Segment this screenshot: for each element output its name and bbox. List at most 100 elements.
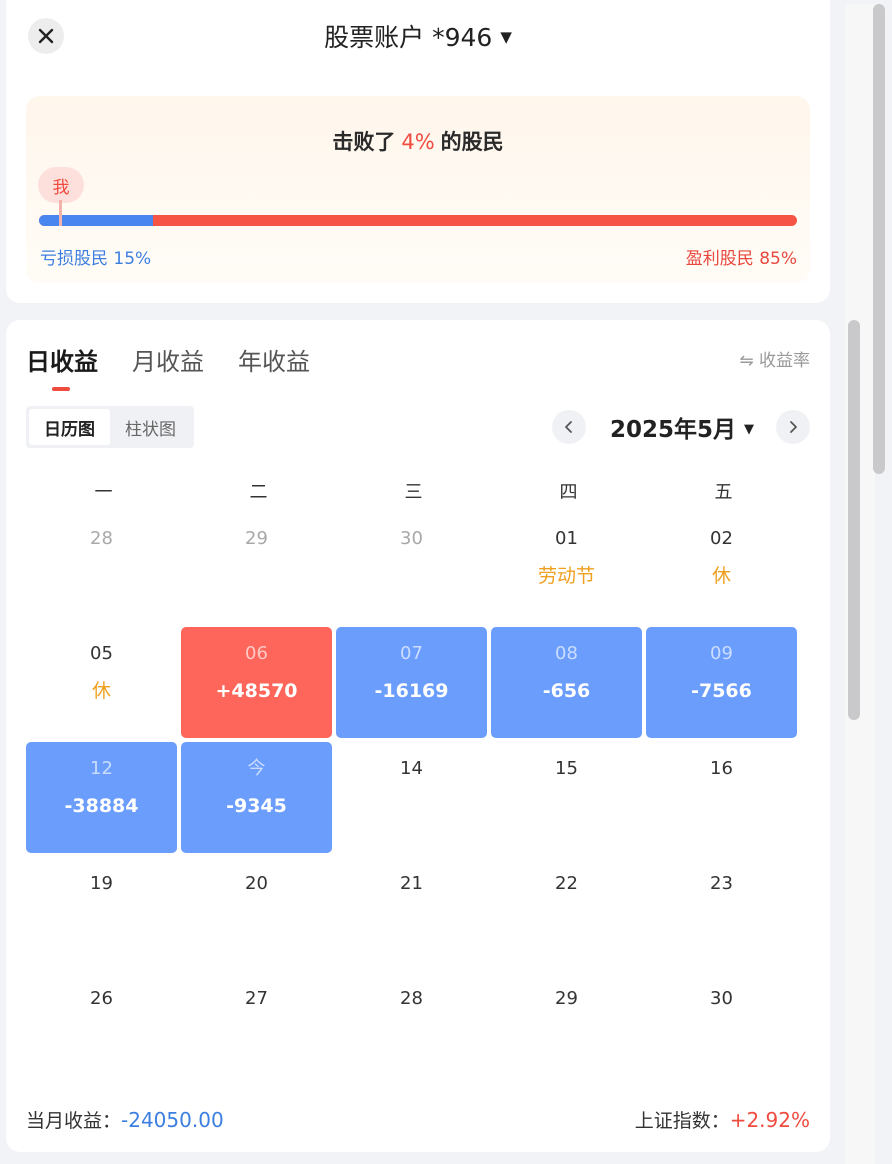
calendar-day-cell[interactable]: 29 bbox=[491, 972, 642, 1083]
calendar-day-number: 15 bbox=[555, 758, 578, 779]
monthly-profit-summary: 当月收益：-24050.00 bbox=[26, 1106, 224, 1133]
calendar-day-value bbox=[181, 563, 332, 589]
prev-month-button[interactable] bbox=[551, 410, 586, 444]
calendar-day-number: 01 bbox=[555, 528, 578, 549]
calendar-day-value: +48570 bbox=[215, 680, 298, 702]
weekday-label: 四 bbox=[559, 482, 578, 503]
calendar-day-number: 28 bbox=[400, 988, 423, 1009]
monthly-profit-label: 当月收益： bbox=[26, 1110, 122, 1132]
calendar-day-cell[interactable]: 15 bbox=[491, 742, 642, 853]
calendar-day-number: 06 bbox=[245, 643, 268, 664]
calendar-day-value: -656 bbox=[542, 680, 591, 702]
calendar-day-cell[interactable]: 30 bbox=[646, 972, 797, 1083]
loss-investors-label: 亏损股民 15% bbox=[40, 249, 152, 269]
calendar-day-cell[interactable]: 01 劳动节 bbox=[491, 512, 642, 623]
calendar-day-value: 劳动节 bbox=[537, 565, 595, 587]
account-selector[interactable]: 股票账户 *946 ▼ bbox=[6, 18, 830, 54]
calendar-day-value bbox=[646, 793, 797, 819]
calendar-day-value: -38884 bbox=[64, 795, 139, 817]
me-marker: 我 bbox=[38, 167, 84, 203]
ranking-title: 击败了 4% 的股民 bbox=[26, 126, 810, 156]
calendar-day-value bbox=[336, 793, 487, 819]
calendar-day-value bbox=[646, 1023, 797, 1049]
month-picker[interactable]: 2025年5月 ▼ bbox=[610, 410, 754, 444]
month-label: 2025年5月 bbox=[609, 417, 736, 443]
chevron-left-icon bbox=[565, 421, 572, 433]
calendar-day-cell[interactable]: 06 +48570 bbox=[181, 627, 332, 738]
view-bar-chart-button[interactable]: 柱状图 bbox=[110, 409, 191, 445]
calendar-day-cell[interactable]: 28 bbox=[26, 512, 177, 623]
calendar-day-number: 28 bbox=[90, 528, 113, 549]
profit-calendar-card: 日收益 月收益 年收益 ⇋ 收益率 日历图 柱状图 2025年5月 ▼ 一 二 三… bbox=[6, 320, 830, 1152]
calendar-day-cell[interactable]: 07 -16169 bbox=[336, 627, 487, 738]
calendar-day-cell[interactable]: 23 bbox=[646, 857, 797, 968]
tab-yearly-profit[interactable]: 年收益 bbox=[238, 342, 310, 377]
calendar-day-number: 07 bbox=[400, 643, 423, 664]
calendar-day-cell[interactable]: 22 bbox=[491, 857, 642, 968]
calendar-day-cell[interactable]: 05 休 bbox=[26, 627, 177, 738]
calendar-day-number: 19 bbox=[90, 873, 113, 894]
calendar-day-cell[interactable]: 09 -7566 bbox=[646, 627, 797, 738]
weekday-label: 三 bbox=[404, 482, 423, 503]
calendar-day-value: 休 bbox=[91, 680, 111, 702]
account-header-card: 股票账户 *946 ▼ 击败了 4% 的股民 我 亏损股民 15% 盈利股民 85% bbox=[6, 0, 830, 303]
calendar-day-value: -7566 bbox=[691, 680, 752, 702]
calendar-day-number: 26 bbox=[90, 988, 113, 1009]
calendar-day-cell[interactable]: 08 -656 bbox=[491, 627, 642, 738]
ranking-prefix: 击败了 bbox=[332, 130, 396, 154]
calendar-day-cell[interactable]: 29 bbox=[181, 512, 332, 623]
calendar-day-cell[interactable]: 26 bbox=[26, 972, 177, 1083]
calendar-day-value bbox=[491, 908, 642, 934]
calendar-day-number: 05 bbox=[90, 643, 113, 664]
account-title: 股票账户 *946 bbox=[324, 23, 493, 52]
calendar-day-cell[interactable]: 12 -38884 bbox=[26, 742, 177, 853]
calendar-day-cell[interactable]: 30 bbox=[336, 512, 487, 623]
calendar-day-number: 16 bbox=[710, 758, 733, 779]
calendar-day-number: 08 bbox=[555, 643, 578, 664]
calendar-day-value bbox=[26, 1023, 177, 1049]
calendar-day-cell[interactable]: 27 bbox=[181, 972, 332, 1083]
calendar-day-value: -16169 bbox=[374, 680, 449, 702]
calendar-day-number: 12 bbox=[90, 758, 113, 779]
calendar-day-value bbox=[646, 908, 797, 934]
calendar-day-cell[interactable]: 16 bbox=[646, 742, 797, 853]
month-caret-icon: ▼ bbox=[744, 422, 754, 437]
calendar-day-number: 21 bbox=[400, 873, 423, 894]
me-marker-pin bbox=[59, 200, 62, 226]
calendar-day-value bbox=[491, 1023, 642, 1049]
calendar-day-cell[interactable]: 19 bbox=[26, 857, 177, 968]
calendar-day-cell[interactable]: 21 bbox=[336, 857, 487, 968]
calendar-day-value bbox=[181, 1023, 332, 1049]
calendar-day-number: 22 bbox=[555, 873, 578, 894]
chevron-right-icon bbox=[790, 421, 797, 433]
calendar-day-number: 29 bbox=[555, 988, 578, 1009]
next-month-button[interactable] bbox=[776, 410, 810, 444]
calendar-day-number: 30 bbox=[400, 528, 423, 549]
sse-index-summary: 上证指数：+2.92% bbox=[635, 1106, 810, 1133]
calendar-day-cell[interactable]: 02 休 bbox=[646, 512, 797, 623]
calendar-day-cell[interactable]: 28 bbox=[336, 972, 487, 1083]
scrollbar-thumb[interactable] bbox=[848, 320, 860, 720]
calendar-day-value: 休 bbox=[711, 565, 731, 587]
calendar-day-cell[interactable]: 20 bbox=[181, 857, 332, 968]
view-calendar-button[interactable]: 日历图 bbox=[29, 409, 110, 445]
calendar-day-value bbox=[181, 908, 332, 934]
calendar-day-value bbox=[336, 908, 487, 934]
calendar-day-number: 09 bbox=[710, 643, 733, 664]
ranking-percent: 4% bbox=[401, 130, 435, 154]
outer-scrollbar-thumb[interactable] bbox=[873, 4, 885, 474]
tab-daily-profit[interactable]: 日收益 bbox=[26, 342, 98, 391]
calendar-day-cell[interactable]: 今 -9345 bbox=[181, 742, 332, 853]
tab-monthly-profit[interactable]: 月收益 bbox=[132, 342, 204, 377]
calendar-day-cell[interactable]: 14 bbox=[336, 742, 487, 853]
sse-index-value: +2.92% bbox=[729, 1108, 810, 1132]
month-navigator: 2025年5月 ▼ bbox=[551, 410, 810, 444]
calendar-day-value: -9345 bbox=[226, 795, 287, 817]
calendar-day-number: 02 bbox=[710, 528, 733, 549]
calendar-day-number: 30 bbox=[710, 988, 733, 1009]
profit-rate-toggle[interactable]: ⇋ 收益率 bbox=[739, 346, 810, 371]
ranking-bar-loss-segment bbox=[39, 215, 153, 226]
weekday-label: 二 bbox=[249, 482, 268, 503]
weekday-label: 五 bbox=[714, 482, 733, 503]
calendar-day-value bbox=[26, 908, 177, 934]
